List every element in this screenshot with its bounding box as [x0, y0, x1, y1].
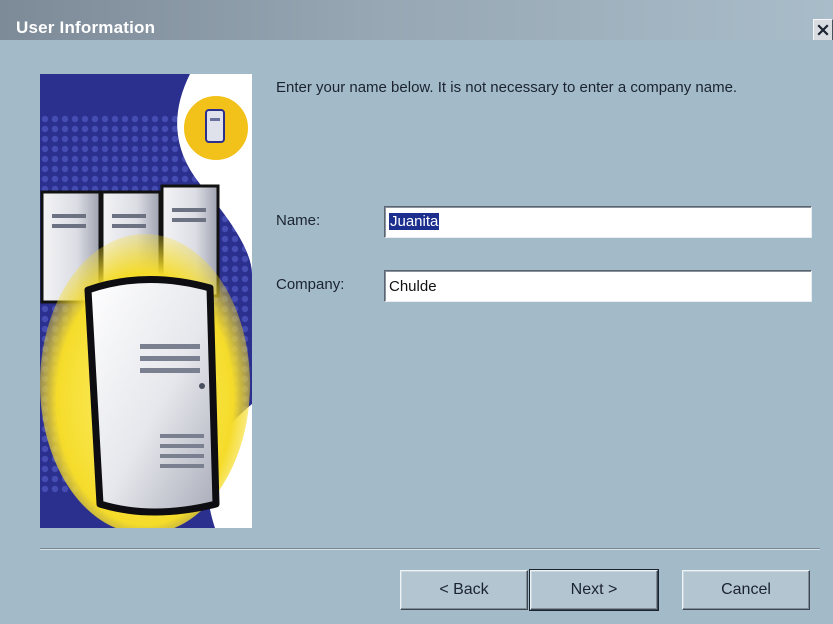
title-bar: User Information	[0, 0, 833, 41]
name-value: Juanita	[389, 213, 440, 230]
close-button[interactable]	[813, 19, 833, 41]
button-divider	[40, 548, 820, 550]
close-icon	[817, 24, 829, 36]
server-illustration	[40, 74, 252, 528]
company-field[interactable]	[384, 270, 812, 302]
intro-text: Enter your name below. It is not necessa…	[276, 79, 738, 96]
company-label: Company:	[276, 276, 345, 293]
name-field[interactable]: Juanita	[384, 206, 812, 238]
cancel-button[interactable]: Cancel	[682, 570, 810, 610]
next-button[interactable]: Next >	[529, 569, 659, 611]
window-title: User Information	[16, 18, 156, 37]
back-button[interactable]: < Back	[400, 570, 528, 610]
name-label: Name:	[276, 212, 321, 229]
